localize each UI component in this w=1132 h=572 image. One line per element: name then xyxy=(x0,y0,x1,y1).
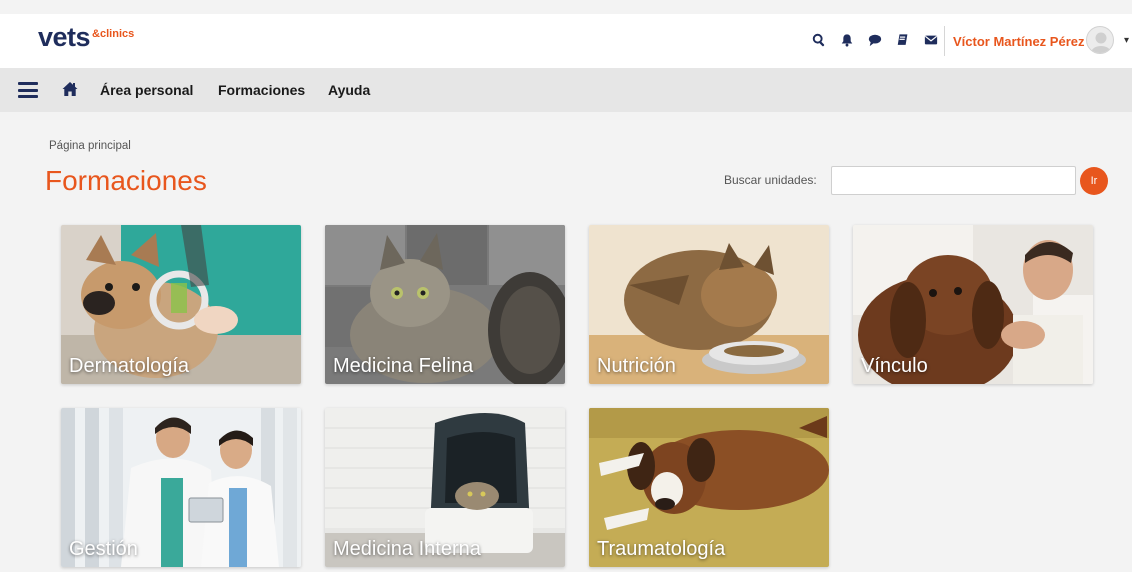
home-icon[interactable] xyxy=(62,81,78,97)
search-button[interactable]: Ir xyxy=(1080,167,1108,195)
course-label: Medicina Interna xyxy=(333,538,481,560)
course-label: Dermatología xyxy=(69,355,190,377)
nav-item-ayuda[interactable]: Ayuda xyxy=(328,82,370,98)
bell-icon[interactable] xyxy=(836,29,858,51)
course-label: Medicina Felina xyxy=(333,355,474,377)
course-label: Gestión xyxy=(69,538,138,560)
course-card-medicina-felina[interactable]: Medicina Felina xyxy=(325,225,565,384)
chevron-down-icon[interactable]: ▾ xyxy=(1124,35,1129,46)
envelope-icon[interactable] xyxy=(920,29,942,51)
chat-icon[interactable] xyxy=(864,29,886,51)
main-navbar: Área personal Formaciones Ayuda xyxy=(0,68,1132,112)
user-name[interactable]: Víctor Martínez Pérez xyxy=(953,34,1085,49)
menu-icon[interactable] xyxy=(18,82,38,98)
course-card-nutricion[interactable]: Nutrición xyxy=(589,225,829,384)
course-card-dermatologia[interactable]: Dermatología xyxy=(61,225,301,384)
course-label: Vínculo xyxy=(861,355,928,377)
page-title: Formaciones xyxy=(45,165,207,196)
brand-logo-main: vets xyxy=(38,22,91,52)
course-card-medicina-interna[interactable]: Medicina Interna xyxy=(325,408,565,567)
header-icon-group xyxy=(808,29,948,51)
brand-logo[interactable]: vets &clinics xyxy=(38,22,135,52)
search-label: Buscar unidades: xyxy=(724,173,817,187)
breadcrumb[interactable]: Página principal xyxy=(49,140,131,152)
course-card-gestion[interactable]: Gestión xyxy=(61,408,301,567)
search-input[interactable] xyxy=(831,166,1076,195)
search-icon[interactable] xyxy=(808,29,830,51)
course-label: Nutrición xyxy=(597,355,676,377)
top-header: vets &clinics Víctor Martínez Pérez ▾ xyxy=(0,14,1132,68)
book-icon[interactable] xyxy=(892,29,914,51)
nav-item-area-personal[interactable]: Área personal xyxy=(100,82,193,98)
avatar[interactable] xyxy=(1086,26,1114,54)
brand-logo-sub: &clinics xyxy=(92,28,135,40)
nav-item-formaciones[interactable]: Formaciones xyxy=(218,82,305,98)
course-label: Traumatología xyxy=(597,538,726,560)
course-card-traumatologia[interactable]: Traumatología xyxy=(589,408,829,567)
header-divider xyxy=(944,26,945,56)
course-card-vinculo[interactable]: Vínculo xyxy=(853,225,1093,384)
